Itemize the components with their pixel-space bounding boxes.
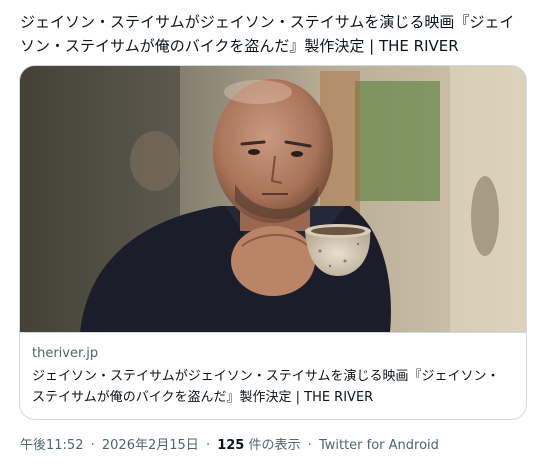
- card-domain: theriver.jp: [32, 346, 99, 361]
- views-label: 件の表示: [248, 438, 301, 453]
- tweet-meta: 午後11:52 · 2026年2月15日 · 125 件の表示 · Twitte…: [20, 436, 525, 456]
- card-meta[interactable]: theriver.jp ジェイソン・ステイサムがジェイソン・ステイサムを演じる映…: [20, 332, 526, 419]
- views-count: 125: [217, 438, 245, 453]
- card-title: ジェイソン・ステイサムがジェイソン・ステイサムを演じる映画『ジェイソン・ステイサ…: [32, 369, 500, 405]
- separator: ·: [90, 438, 95, 453]
- tweet: ジェイソン・ステイサムがジェイソン・ステイサムを演じる映画『ジェイソン・ステイサ…: [0, 0, 540, 470]
- separator: ·: [307, 438, 312, 453]
- tweet-source[interactable]: Twitter for Android: [319, 438, 439, 453]
- tweet-text: ジェイソン・ステイサムがジェイソン・ステイサムを演じる映画『ジェイソン・ステイサ…: [20, 13, 515, 55]
- tweet-date[interactable]: 2026年2月15日: [102, 438, 199, 453]
- link-card[interactable]: theriver.jp ジェイソン・ステイサムがジェイソン・ステイサムを演じる映…: [19, 65, 527, 420]
- separator: ·: [205, 438, 211, 453]
- tweet-time[interactable]: 午後11:52: [20, 438, 83, 453]
- card-image[interactable]: [20, 66, 526, 332]
